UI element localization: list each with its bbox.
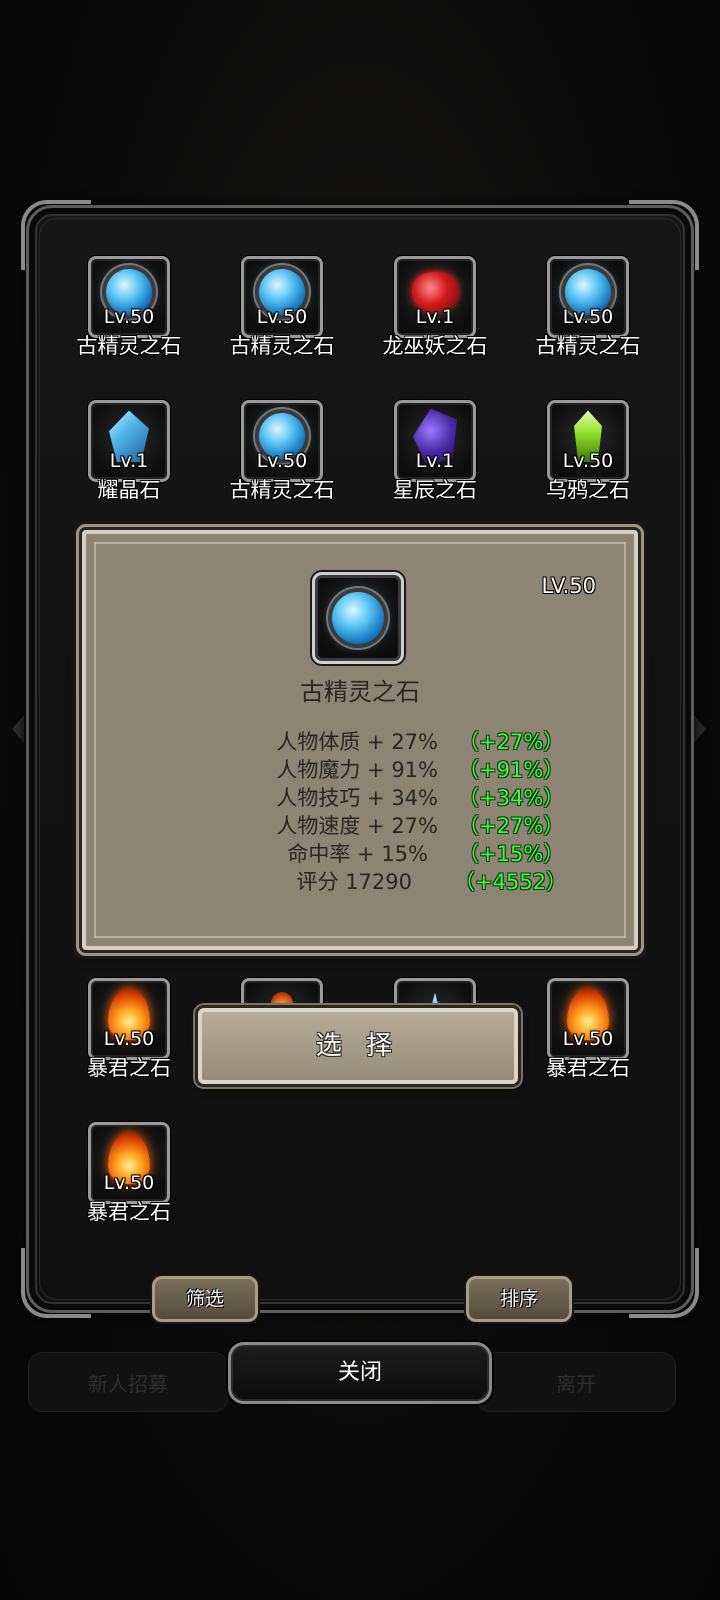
- stat-bonus: （+27%）: [458, 730, 565, 754]
- stat-row: 人物速度 + 27% （+27%）: [86, 810, 634, 838]
- stat-bonus: （+91%）: [458, 758, 565, 782]
- stat-row: 人物体质 + 27% （+27%）: [86, 726, 634, 754]
- stone-item[interactable]: Lv.50 暴君之石: [64, 1122, 194, 1232]
- stat-bonus: （+15%）: [458, 842, 565, 866]
- item-level: Lv.50: [562, 1028, 614, 1050]
- stat-row: 人物魔力 + 91% （+91%）: [86, 754, 634, 782]
- stat-bonus: （+34%）: [458, 786, 565, 810]
- sort-button[interactable]: 排序: [466, 1276, 572, 1322]
- item-level: Lv.50: [103, 306, 155, 328]
- item-level: Lv.50: [256, 306, 308, 328]
- stat-row: 评分 17290 （+4552）: [86, 866, 634, 894]
- item-name: 古精灵之石: [229, 478, 335, 502]
- background-right-arrow-icon: [694, 715, 706, 743]
- close-button[interactable]: 关闭: [228, 1342, 492, 1404]
- item-name: 乌鸦之石: [546, 478, 630, 502]
- stat-bonus: （+27%）: [458, 814, 565, 838]
- item-level: Lv.1: [415, 306, 455, 328]
- select-button[interactable]: 选 择: [198, 1008, 518, 1084]
- item-level: Lv.50: [103, 1028, 155, 1050]
- item-level: Lv.50: [256, 450, 308, 472]
- stone-item[interactable]: Lv.50 乌鸦之石: [523, 400, 653, 510]
- stat-row: 人物技巧 + 34% （+34%）: [86, 782, 634, 810]
- item-level: Lv.1: [109, 450, 149, 472]
- stone-item[interactable]: Lv.50 古精灵之石: [64, 256, 194, 366]
- item-name: 星辰之石: [393, 478, 477, 502]
- item-name: 暴君之石: [546, 1056, 630, 1080]
- filter-button[interactable]: 筛选: [152, 1276, 258, 1322]
- stone-item[interactable]: Lv.1 龙巫妖之石: [370, 256, 500, 366]
- stat-bonus: （+4552）: [454, 870, 568, 894]
- item-name: 龙巫妖之石: [382, 334, 488, 358]
- stone-detail-popup: LV.50 古精灵之石 人物体质 + 27% （+27%） 人物魔力 + 91%…: [82, 530, 638, 950]
- stat-label: 人物技巧 + 34%: [276, 786, 438, 810]
- panel-corner-ornament: [21, 1248, 91, 1318]
- item-name: 暴君之石: [87, 1056, 171, 1080]
- item-name: 古精灵之石: [535, 334, 641, 358]
- stone-item[interactable]: Lv.1 耀晶石: [64, 400, 194, 510]
- stat-row: 命中率 + 15% （+15%）: [86, 838, 634, 866]
- stone-item[interactable]: Lv.50 古精灵之石: [217, 256, 347, 366]
- item-level: Lv.50: [562, 306, 614, 328]
- stone-item[interactable]: Lv.50 暴君之石: [523, 978, 653, 1088]
- stat-label: 命中率 + 15%: [287, 842, 428, 866]
- background-left-arrow-icon: [12, 715, 24, 743]
- panel-corner-ornament: [629, 1248, 699, 1318]
- item-level: Lv.50: [103, 1172, 155, 1194]
- background-leave-button: 离开: [476, 1352, 676, 1412]
- stone-item[interactable]: Lv.50 古精灵之石: [523, 256, 653, 366]
- stat-label: 人物速度 + 27%: [276, 814, 438, 838]
- item-level: Lv.50: [562, 450, 614, 472]
- detail-item-name: 古精灵之石: [300, 678, 420, 706]
- stone-item[interactable]: Lv.50 暴君之石: [64, 978, 194, 1088]
- background-recruit-button: 新人招募: [28, 1352, 228, 1412]
- item-name: 古精灵之石: [76, 334, 182, 358]
- stone-item[interactable]: Lv.50 古精灵之石: [217, 400, 347, 510]
- item-name: 耀晶石: [97, 478, 161, 502]
- item-level: Lv.1: [415, 450, 455, 472]
- detail-item-frame: [312, 572, 404, 664]
- detail-level: LV.50: [541, 574, 596, 598]
- item-name: 古精灵之石: [229, 334, 335, 358]
- stat-label: 人物体质 + 27%: [276, 730, 438, 754]
- item-name: 暴君之石: [87, 1200, 171, 1224]
- stat-label: 人物魔力 + 91%: [276, 758, 438, 782]
- stat-label: 评分 17290: [296, 870, 412, 894]
- stone-item[interactable]: Lv.1 星辰之石: [370, 400, 500, 510]
- ancient-elf-stone-icon: [332, 592, 384, 644]
